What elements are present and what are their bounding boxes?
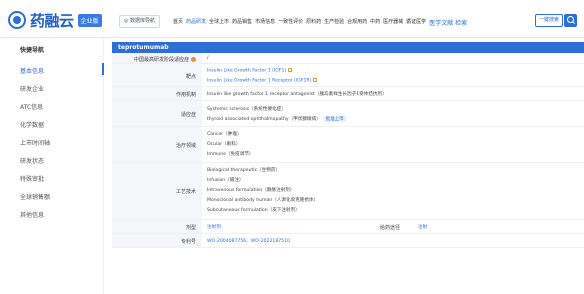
table-row: 剂型 注射剂 给药途径 注射	[112, 220, 584, 234]
target-link-igf1r[interactable]: Insulin Like Growth Factor 1 Receptor (I…	[207, 78, 318, 84]
help-icon[interactable]	[191, 57, 196, 62]
mechanism-label: 作用机制	[175, 92, 196, 98]
nav-item-production[interactable]: 生产检验	[324, 18, 344, 27]
nav-item-api[interactable]: 原料药	[306, 18, 321, 27]
process-item: Intravenous formulation（静脉注射剂）	[207, 188, 295, 193]
mechanism-value: Insulin like growth factor 1 receptor an…	[207, 92, 387, 97]
nav-item-devices[interactable]: 医疗器械	[383, 18, 403, 27]
search-icon[interactable]	[564, 14, 577, 27]
external-link-icon	[288, 68, 293, 72]
dosage-label: 剂型	[185, 225, 196, 231]
active-indicator	[102, 63, 104, 75]
sidebar-item-special[interactable]: 特殊审批	[20, 174, 44, 183]
sidebar-title: 快捷导航	[20, 47, 45, 54]
table-row: 作用机制 Insulin like growth factor 1 recept…	[112, 87, 584, 101]
process-item: Monoclonal antibody human（人源化单克隆抗体）	[207, 198, 319, 203]
nav-item-rd[interactable]: 药品研发	[186, 18, 206, 27]
nav-item-consistency[interactable]: 一致性评价	[278, 18, 303, 27]
patent-label: 专利号	[180, 239, 196, 245]
sidebar-item-other[interactable]: 其他信息	[20, 210, 44, 219]
top-nav: 首页 药品研发 全球上市 药品销售 市场信息 一致性评价 原料药 生产检验 合规…	[173, 18, 467, 27]
table-row: 靶点 Insulin Like Growth Factor 1 (IGF1) I…	[112, 64, 584, 87]
nav-item-ebm[interactable]: 循证医学	[406, 18, 426, 27]
target-link-igf1[interactable]: Insulin Like Growth Factor 1 (IGF1)	[207, 68, 293, 74]
highest-stage-label: 中国最高研发阶段适应症	[112, 56, 202, 63]
patent-value[interactable]: WO-2004087756、WO-2022187510	[207, 238, 290, 244]
highest-stage-value: /	[207, 56, 209, 61]
drug-name-header: teprotumumab	[112, 42, 584, 53]
top-header: 药融云 企业版 ◎ 数据库导航 首页 药品研发 全球上市 药品销售 市场信息 一…	[0, 0, 584, 38]
dosage-value[interactable]: 注射剂	[207, 224, 221, 230]
table-row: 适应症 Systemic sclerosis（系统性硬化症） thyroid a…	[112, 101, 584, 127]
nav-item-global[interactable]: 全球上市	[209, 18, 229, 27]
logo-icon	[8, 11, 26, 29]
logo[interactable]: 药融云 企业版	[8, 10, 102, 30]
route-label: 给药途径	[380, 225, 401, 231]
sidebar-item-timeline[interactable]: 上市时间轴	[20, 138, 50, 147]
sidebar-item-companies[interactable]: 研发企业	[20, 84, 44, 93]
sidebar-item-atc[interactable]: ATC信息	[20, 102, 43, 111]
table-row: 工艺技术 Biological therapeutic（生物药） Infusio…	[112, 163, 584, 220]
indication-item: thyroid associated ophthalmopathy（甲状腺眼病）…	[207, 116, 346, 122]
edition-badge: 企业版	[77, 13, 102, 27]
therapy-label: 治疗领域	[175, 143, 196, 149]
table-row: 专利号 WO-2004087756、WO-2022187510	[112, 234, 584, 248]
external-link-icon	[313, 78, 318, 82]
logo-text: 药融云	[30, 11, 74, 30]
main-content: teprotumumab 中国最高研发阶段适应症 / 靶点 Insulin Li…	[112, 38, 584, 294]
process-item: Biological therapeutic（生物药）	[207, 168, 281, 173]
process-label: 工艺技术	[175, 189, 196, 195]
approval-tag: 批准上市	[323, 116, 346, 122]
nav-item-market[interactable]: 市场信息	[255, 18, 275, 27]
nav-item-sales[interactable]: 药品销售	[232, 18, 252, 27]
nav-item-home[interactable]: 首页	[173, 18, 183, 27]
route-value[interactable]: 注射	[418, 224, 427, 230]
sidebar-item-chem[interactable]: 化学数据	[20, 120, 44, 129]
table-row: 治疗领域 Cancer（肿瘤） Ocular（眼科） Immune（免疫调节）	[112, 127, 584, 163]
table-row: 中国最高研发阶段适应症 /	[112, 53, 584, 64]
sidebar: 快捷导航 基本信息 研发企业 ATC信息 化学数据 上市时间轴 研发状态 特殊审…	[0, 38, 104, 294]
process-item: Subcutaneous formulation（皮下注射剂）	[207, 208, 300, 213]
database-nav-button[interactable]: ◎ 数据库导航	[119, 15, 160, 28]
therapy-item: Cancer（肿瘤）	[207, 132, 242, 137]
indication-item: Systemic sclerosis（系统性硬化症）	[207, 107, 286, 112]
therapy-item: Immune（免疫调节）	[207, 152, 254, 157]
target-label: 靶点	[185, 74, 196, 80]
nav-item-compliance[interactable]: 合规用药	[347, 18, 367, 27]
therapy-item: Ocular（眼科）	[207, 142, 241, 147]
sidebar-item-status[interactable]: 研发状态	[20, 156, 44, 165]
sidebar-item-basic[interactable]: 基本信息	[20, 66, 44, 75]
nav-item-literature[interactable]: 医学文献 检索	[429, 18, 467, 27]
process-item: Infusion（输注）	[207, 178, 244, 183]
indication-label: 适应症	[180, 112, 196, 118]
nav-item-tcm[interactable]: 中药	[370, 18, 380, 27]
sidebar-item-sales[interactable]: 全球销售额	[20, 192, 50, 201]
one-click-search[interactable]: 一键搜索	[535, 14, 563, 27]
